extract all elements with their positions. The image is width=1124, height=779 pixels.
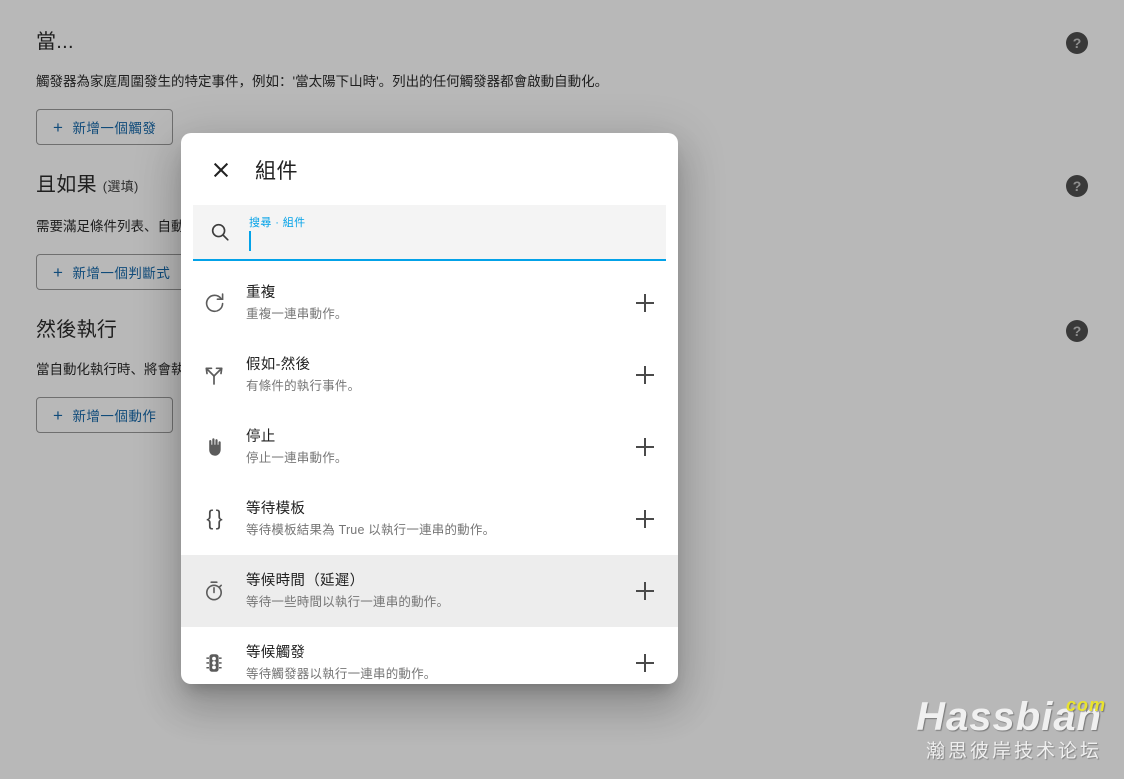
section-condition-title-text: 且如果	[36, 174, 97, 196]
traffic-light-icon	[201, 650, 227, 676]
add-trigger-label: 新增一個觸發	[72, 121, 157, 136]
hand-stop-icon	[201, 434, 227, 460]
section-trigger-title: 當...	[36, 28, 74, 56]
add-action-button[interactable]: + 新增一個動作	[36, 397, 174, 433]
search-input[interactable]	[249, 230, 652, 254]
search-field: 搜尋 · 組件	[249, 205, 652, 259]
search-field-container[interactable]: 搜尋 · 組件	[193, 205, 666, 261]
section-trigger-header: 當... ?	[36, 28, 1088, 56]
list-item-subtitle: 等待觸發器以執行一連串的動作。	[246, 666, 437, 681]
list-item[interactable]: 等候時間（延遲） 等待一些時間以執行一連串的動作。	[181, 555, 678, 627]
list-item-text: 假如-然後 有條件的執行事件。	[246, 355, 620, 396]
list-item-text: 等候觸發 等待觸發器以執行一連串的動作。	[246, 643, 620, 684]
list-item-text: 等待模板 等待模板結果為 True 以執行一連串的動作。	[246, 499, 620, 540]
dialog-title: 組件	[255, 160, 298, 183]
list-item-text: 等候時間（延遲） 等待一些時間以執行一連串的動作。	[246, 571, 620, 612]
list-item[interactable]: { } 等待模板 等待模板結果為 True 以執行一連串的動作。	[181, 483, 678, 555]
help-icon[interactable]: ?	[1066, 32, 1088, 54]
list-item-title: 等候觸發	[246, 644, 306, 661]
list-item[interactable]: 停止 停止一連串動作。	[181, 411, 678, 483]
section-condition-optional-tag: (選填)	[102, 179, 139, 194]
close-icon[interactable]	[209, 158, 233, 182]
plus-icon: +	[53, 117, 64, 137]
section-condition-title: 且如果 (選填)	[36, 171, 139, 201]
help-icon[interactable]: ?	[1066, 320, 1088, 342]
list-item-title: 等候時間（延遲）	[246, 572, 365, 589]
list-item-title: 假如-然後	[246, 356, 311, 373]
section-action-title-text: 然後執行	[36, 319, 118, 341]
search-icon	[209, 221, 231, 243]
list-item[interactable]: 假如-然後 有條件的執行事件。	[181, 339, 678, 411]
list-item-subtitle: 等待模板結果為 True 以執行一連串的動作。	[246, 522, 496, 537]
list-item-title: 重複	[246, 284, 276, 301]
add-block-button[interactable]	[630, 432, 660, 462]
list-item-subtitle: 停止一連串動作。	[246, 450, 348, 465]
add-block-button[interactable]	[630, 576, 660, 606]
add-block-button[interactable]	[630, 288, 660, 318]
add-block-button[interactable]	[630, 504, 660, 534]
building-blocks-dialog: 組件 搜尋 · 組件 重複 重複一連串動作。 假如-然後 有條件的執行事件。 停…	[181, 133, 678, 684]
list-item[interactable]: 等候觸發 等待觸發器以執行一連串的動作。	[181, 627, 678, 684]
section-action-title: 然後執行	[36, 316, 117, 344]
plus-icon: +	[53, 262, 64, 282]
search-label: 搜尋 · 組件	[249, 217, 306, 229]
building-blocks-list[interactable]: 重複 重複一連串動作。 假如-然後 有條件的執行事件。 停止 停止一連串動作。 …	[181, 267, 678, 684]
list-item-subtitle: 等待一些時間以執行一連串的動作。	[246, 594, 450, 609]
list-item-title: 停止	[246, 428, 276, 445]
section-trigger-title-text: 當...	[36, 31, 74, 53]
section-trigger: 當... ? 觸發器為家庭周圍發生的特定事件，例如：'當太陽下山時'。列出的任何…	[36, 28, 1088, 145]
list-item-subtitle: 重複一連串動作。	[246, 306, 348, 321]
plus-icon: +	[53, 405, 64, 425]
call-split-icon	[201, 362, 227, 388]
list-item-subtitle: 有條件的執行事件。	[246, 378, 361, 393]
add-trigger-button[interactable]: + 新增一個觸發	[36, 109, 174, 145]
dialog-header: 組件	[181, 133, 678, 201]
section-trigger-description: 觸發器為家庭周圍發生的特定事件，例如：'當太陽下山時'。列出的任何觸發器都會啟動…	[36, 74, 609, 89]
curly-braces-icon: { }	[206, 507, 222, 530]
add-condition-button[interactable]: + 新增一個判斷式	[36, 254, 188, 290]
add-block-button[interactable]	[630, 648, 660, 678]
list-item-title: 等待模板	[246, 500, 306, 517]
add-condition-label: 新增一個判斷式	[72, 266, 171, 281]
list-item-text: 停止 停止一連串動作。	[246, 427, 620, 468]
add-action-label: 新增一個動作	[72, 409, 157, 424]
list-item-text: 重複 重複一連串動作。	[246, 283, 620, 324]
help-icon[interactable]: ?	[1066, 175, 1088, 197]
list-item[interactable]: 重複 重複一連串動作。	[181, 267, 678, 339]
repeat-icon	[201, 290, 227, 316]
timer-icon	[201, 578, 227, 604]
add-block-button[interactable]	[630, 360, 660, 390]
